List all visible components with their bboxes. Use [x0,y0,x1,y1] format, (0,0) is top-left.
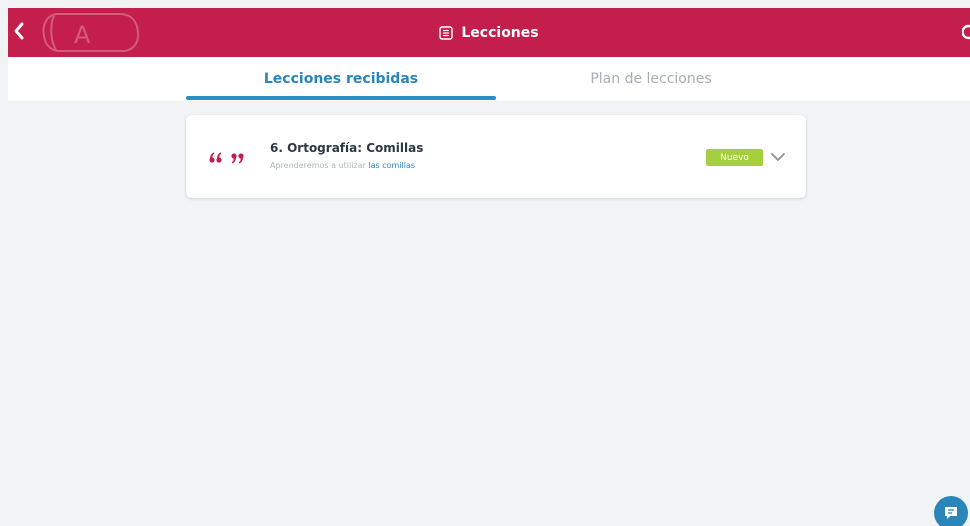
header-bar: A Lecciones [8,8,970,57]
active-tab-indicator [186,96,496,100]
lesson-title: 6. Ortografía: Comillas [270,141,424,155]
lesson-card[interactable]: 6. Ortografía: Comillas Aprenderemos a u… [186,115,806,198]
lesson-subtitle-keyword: las comillas [368,161,416,170]
quotation-marks-icon [209,152,244,164]
tab-bar: Lecciones recibidas Plan de lecciones [8,57,970,101]
lesson-subtitle-text: Aprenderemos a utilizar [270,161,366,170]
tab-lecciones-recibidas[interactable]: Lecciones recibidas [186,57,496,101]
list-document-icon [439,25,454,40]
chevron-down-icon[interactable] [770,151,786,163]
chat-button[interactable] [934,496,968,526]
page-title-text: Lecciones [461,24,539,41]
tab-plan-de-lecciones[interactable]: Plan de lecciones [496,57,806,101]
page-title: Lecciones [8,8,970,57]
lesson-subtitle: Aprenderemos a utilizar las comillas [270,161,415,170]
refresh-icon[interactable] [962,22,970,42]
chat-bubble-icon [945,507,957,519]
new-badge: Nuevo [706,149,763,166]
app-window: A Lecciones Lecciones recibidas Plan de … [8,8,970,526]
